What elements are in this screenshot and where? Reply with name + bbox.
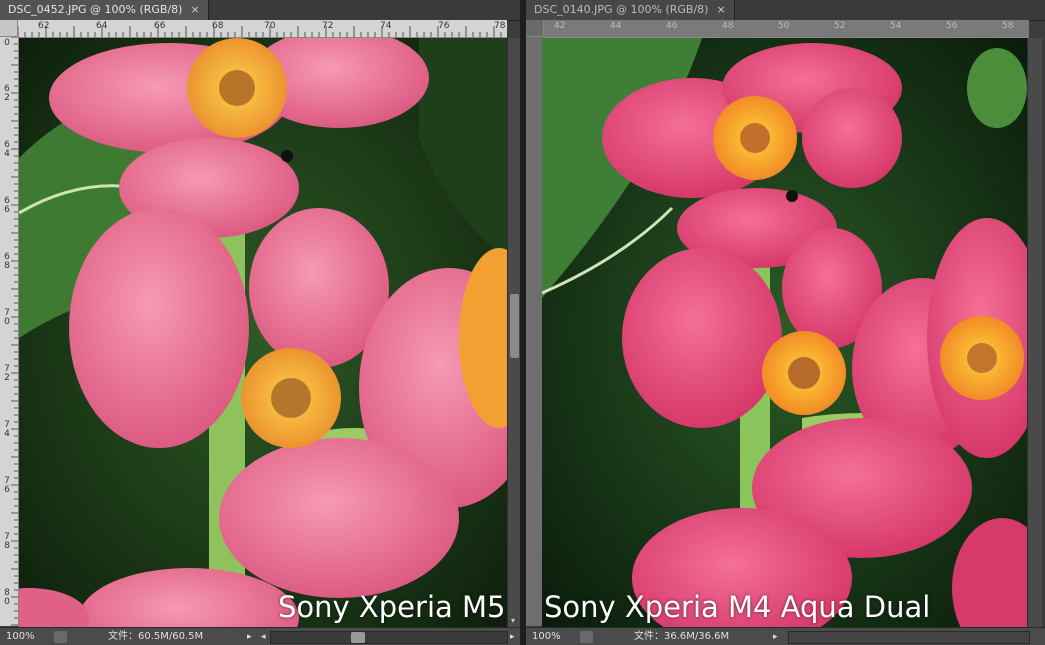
vertical-ruler: 0 6 2 6 4 6 6 6 8 7 0 7 2 7 4 7 6 7 8 8 … — [0, 37, 19, 626]
status-menu-arrow-icon[interactable]: ▸ — [773, 628, 778, 645]
ruler-tick-label: 64 — [96, 21, 108, 31]
horizontal-scrollbar[interactable] — [788, 631, 1030, 644]
ruler-tick-label: 52 — [834, 21, 846, 31]
zoom-level[interactable]: 100% — [6, 628, 35, 645]
ruler-tick-label: 70 — [264, 21, 276, 31]
ruler-tick-label: 6 6 — [4, 196, 10, 215]
status-bar-left: 100% 文件：60.5M/60.5M ▸ ◂ ▸ — [0, 627, 520, 645]
scroll-thumb[interactable] — [510, 294, 519, 358]
document-size: 文件：60.5M/60.5M — [108, 631, 204, 642]
flower-photo-left — [19, 38, 507, 627]
ruler-tick-label: 44 — [610, 21, 622, 31]
image-canvas-left[interactable]: Sony Xperia M5 — [19, 38, 507, 627]
document-window-right: DSC_0140.JPG @ 100% (RGB/8) × 42 44 46 48… — [526, 0, 1045, 645]
close-icon[interactable]: × — [190, 3, 199, 16]
ruler-tick-label: 7 4 — [4, 420, 10, 439]
ruler-tick-label: 74 — [380, 21, 392, 31]
scroll-left-icon[interactable]: ◂ — [261, 628, 266, 645]
status-bar-right: 100% 文件：36.6M/36.6M ▸ — [526, 627, 1045, 645]
ruler-tick-label: 42 — [554, 21, 566, 31]
ruler-tick-label: 72 — [322, 21, 334, 31]
horizontal-scrollbar[interactable] — [270, 631, 508, 644]
document-tab-left[interactable]: DSC_0452.JPG @ 100% (RGB/8) × — [0, 0, 209, 20]
horizontal-ruler: 42 44 46 48 50 52 54 56 58 — [544, 20, 1029, 38]
ruler-tick-label: 0 — [4, 38, 10, 48]
document-tab-right[interactable]: DSC_0140.JPG @ 100% (RGB/8) × — [526, 0, 735, 20]
flower-photo-right — [542, 38, 1027, 627]
document-window-left: DSC_0452.JPG @ 100% (RGB/8) × 62 64 66 68… — [0, 0, 520, 645]
scroll-down-icon[interactable]: ▾ — [511, 616, 515, 625]
camera-caption-left: Sony Xperia M5 — [278, 590, 506, 624]
ruler-tick-label: 68 — [212, 21, 224, 31]
status-menu-arrow-icon[interactable]: ▸ — [247, 628, 252, 645]
scroll-thumb[interactable] — [351, 632, 365, 643]
zoom-level[interactable]: 100% — [532, 628, 561, 645]
document-size: 文件：36.6M/36.6M — [634, 631, 730, 642]
vertical-scrollbar[interactable]: ▾ — [507, 38, 520, 627]
ruler-tick-label: 7 6 — [4, 476, 10, 495]
document-info-icon[interactable] — [54, 631, 67, 643]
ruler-corner — [526, 20, 544, 37]
close-icon[interactable]: × — [716, 3, 725, 16]
ruler-tick-label: 6 8 — [4, 252, 10, 271]
document-info-icon[interactable] — [580, 631, 593, 643]
image-canvas-right[interactable]: Sony Xperia M4 Aqua Dual — [542, 38, 1027, 627]
ruler-tick-label: 56 — [946, 21, 958, 31]
ruler-tick-label: 7 8 — [4, 532, 10, 551]
ruler-tick-label: 62 — [38, 21, 50, 31]
ruler-tick-label: 8 0 — [4, 588, 10, 607]
tab-title: DSC_0452.JPG @ 100% (RGB/8) — [8, 3, 183, 16]
ruler-tick-label: 48 — [722, 21, 734, 31]
scroll-right-icon[interactable]: ▸ — [510, 628, 515, 645]
camera-caption-right: Sony Xperia M4 Aqua Dual — [544, 590, 931, 624]
ruler-tick-label: 76 — [438, 21, 450, 31]
ruler-tick-label: 6 2 — [4, 84, 10, 103]
ruler-tick-label: 7 0 — [4, 308, 10, 327]
ruler-tick-label: 7 2 — [4, 364, 10, 383]
ruler-tick-label: 58 — [1002, 21, 1014, 31]
ruler-tick-label: 78 — [494, 21, 506, 31]
ruler-tick-label: 66 — [154, 21, 166, 31]
horizontal-ruler: 62 64 66 68 70 72 74 76 78 — [18, 20, 507, 38]
ruler-tick-label: 46 — [666, 21, 678, 31]
ruler-corner — [0, 20, 18, 37]
ruler-tick-label: 54 — [890, 21, 902, 31]
tab-title: DSC_0140.JPG @ 100% (RGB/8) — [534, 3, 709, 16]
vertical-scrollbar[interactable] — [1027, 38, 1042, 627]
ruler-tick-label: 6 4 — [4, 140, 10, 159]
ruler-tick-label: 50 — [778, 21, 790, 31]
